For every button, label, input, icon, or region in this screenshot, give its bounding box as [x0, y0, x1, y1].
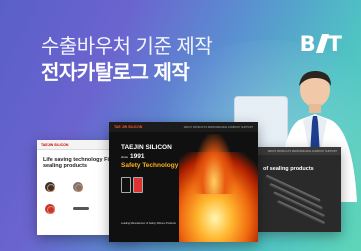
headline-subtitle: 수출바우처 기준 제작: [41, 36, 213, 58]
catalog-screen-center: TAE JIN SILICON ABOUT PRODUCTS PERFORMAN…: [109, 122, 258, 242]
fire-image: [194, 134, 234, 194]
catalog-since: since 1991: [121, 153, 144, 160]
sealing-products-image: [261, 174, 331, 227]
product-item: [45, 182, 55, 192]
since-label: since: [121, 155, 129, 159]
product-item: [73, 204, 89, 214]
catalog-header: ABOUT PRODUCTS PERFORMANCE COMPANY SUPPO…: [253, 147, 341, 155]
logo-letter-b: B: [299, 32, 317, 56]
product-image: [121, 177, 131, 193]
bct-logo: BT: [300, 32, 343, 56]
product-row: [45, 182, 83, 192]
product-item: [45, 204, 55, 214]
catalog-screen-right: ABOUT PRODUCTS PERFORMANCE COMPANY SUPPO…: [253, 147, 341, 232]
catalog-nav: ABOUT PRODUCTS PERFORMANCE COMPANY SUPPO…: [183, 125, 253, 129]
catalog-header: TAE JIN SILICON ABOUT PRODUCTS PERFORMAN…: [109, 122, 258, 132]
catalog-company: TAEJIN SILICON: [121, 144, 172, 151]
logo-letter-t: T: [327, 32, 343, 56]
since-year: 1991: [130, 153, 145, 160]
product-row: [45, 204, 89, 214]
catalog-nav: ABOUT PRODUCTS PERFORMANCE COMPANY SUPPO…: [267, 149, 337, 153]
catalog-footer-text: Leading Manufacturer of Safety Silicone …: [121, 222, 176, 225]
headline-title: 전자카탈로그 제작: [41, 62, 190, 84]
product-item: [73, 182, 83, 192]
catalog-brand: TAEJIN SILICON: [41, 142, 69, 147]
catalog-title: of sealing products: [263, 166, 314, 172]
promo-banner[interactable]: 수출바우처 기준 제작 전자카탈로그 제작 BT TAEJIN SILICON …: [0, 0, 361, 251]
product-image: [133, 177, 143, 193]
catalog-tagline: Safety Technology: [121, 162, 179, 169]
catalog-brand: TAE JIN SILICON: [114, 125, 143, 129]
